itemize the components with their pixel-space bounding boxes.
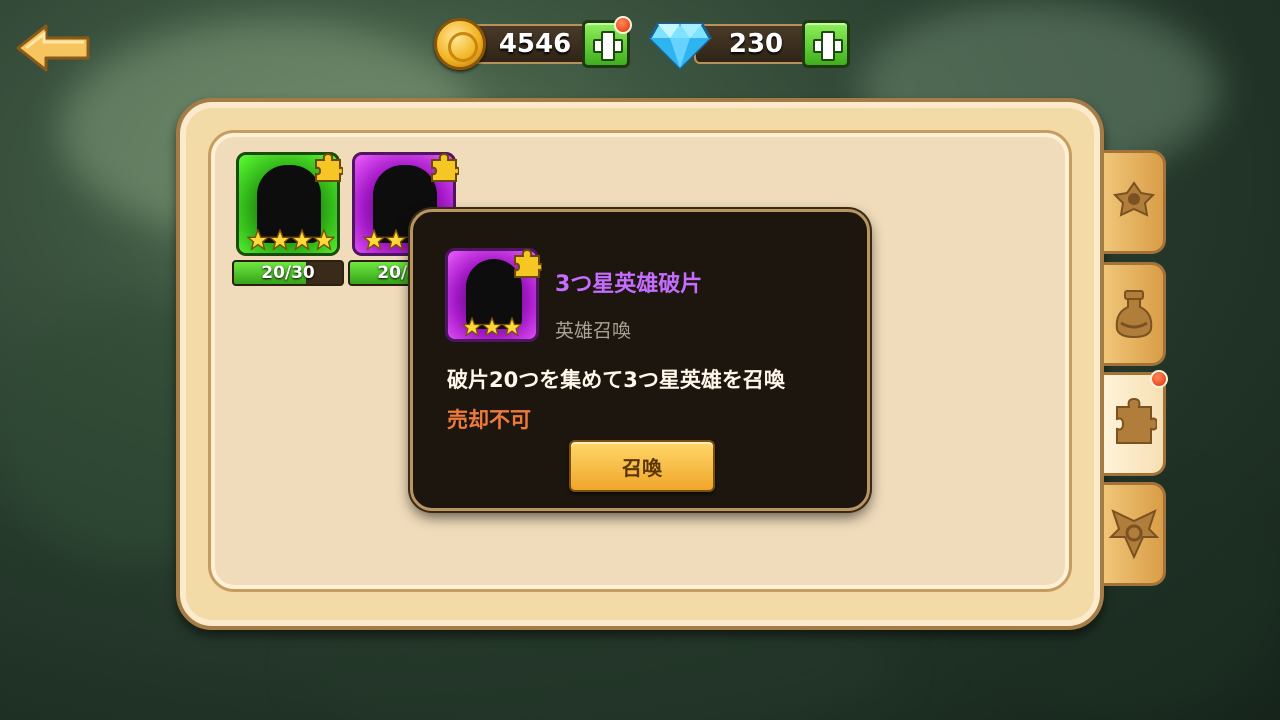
coin-counter: 4546 <box>470 24 600 64</box>
summon-button[interactable]: 召喚 <box>569 440 715 492</box>
coin-icon <box>434 18 486 70</box>
back-button[interactable] <box>14 22 94 74</box>
add-gems-button[interactable] <box>802 20 850 68</box>
puzzle-badge-icon <box>514 249 542 278</box>
star-icon <box>313 229 335 251</box>
star-icon <box>291 229 313 251</box>
tab-equipment[interactable] <box>1104 150 1166 254</box>
star-icon <box>269 229 291 251</box>
star-icon <box>482 317 502 337</box>
tab-emblems[interactable] <box>1104 482 1166 586</box>
star-icon <box>502 317 522 337</box>
star-rating <box>247 229 335 251</box>
potion-icon <box>1115 290 1152 339</box>
star-icon <box>363 229 385 251</box>
item-description: 破片20つを集めて3つ星英雄を召喚 <box>447 368 785 392</box>
star-icon <box>385 229 407 251</box>
back-arrow-icon <box>16 24 90 72</box>
helmet-icon <box>1112 181 1155 217</box>
item-category: 英雄召喚 <box>555 320 632 342</box>
diamond-icon <box>648 22 712 70</box>
popup-item-icon <box>445 248 542 342</box>
shard-progress-bar: 20/30 <box>232 260 344 286</box>
tab-items[interactable] <box>1104 262 1166 366</box>
notification-dot <box>1150 370 1168 388</box>
gem-amount: 230 <box>728 29 784 59</box>
gem-counter: 230 <box>694 24 818 64</box>
not-sellable-label: 売却不可 <box>447 408 531 432</box>
emblem-icon <box>1108 509 1159 560</box>
item-detail-popup: 3つ星英雄破片 英雄召喚 破片20つを集めて3つ星英雄を召喚 売却不可 召喚 <box>410 209 870 511</box>
star-icon <box>247 229 269 251</box>
coin-amount: 4546 <box>498 29 572 59</box>
puzzle-badge-icon <box>315 153 343 182</box>
notification-dot <box>614 16 632 34</box>
item-title: 3つ星英雄破片 <box>555 272 703 297</box>
puzzle-icon <box>1115 397 1157 444</box>
star-icon <box>462 317 482 337</box>
puzzle-badge-icon <box>431 153 459 182</box>
star-rating <box>462 317 522 337</box>
shard-progress-text: 20/30 <box>261 263 315 283</box>
hero-shard-card-green[interactable] <box>236 152 343 256</box>
